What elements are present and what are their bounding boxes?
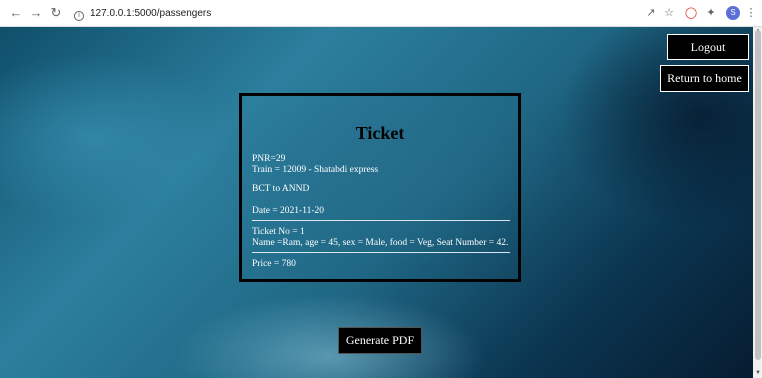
ticket-number-text: Ticket No = 1	[252, 227, 305, 237]
divider	[252, 220, 510, 221]
share-icon[interactable]: ↗	[644, 6, 658, 20]
return-home-button[interactable]: Return to home	[660, 65, 749, 92]
date-text: Date = 2021-11-20	[252, 206, 325, 216]
address-bar[interactable]: i 127.0.0.1:5000/passengers	[68, 3, 478, 24]
site-info-icon[interactable]: i	[74, 11, 84, 21]
logout-button[interactable]: Logout	[667, 34, 749, 60]
ticket-title: Ticket	[355, 123, 405, 143]
back-arrow-icon[interactable]: ←	[8, 5, 24, 21]
passenger-details-text: Name =Ram, age = 45, sex = Male, food = …	[252, 238, 509, 248]
url-text: 127.0.0.1:5000/passengers	[90, 8, 212, 19]
generate-pdf-button[interactable]: Generate PDF	[338, 327, 422, 354]
divider	[252, 252, 510, 253]
reload-icon[interactable]: ↻	[48, 5, 64, 21]
route-text: BCT to ANND	[252, 184, 310, 194]
page-background: Logout Return to home Ticket PNR=29 Trai…	[0, 27, 753, 378]
browser-toolbar: ← → ↻ i 127.0.0.1:5000/passengers ↗ ☆ ◯ ✦…	[0, 0, 762, 27]
pnr-text: PNR=29	[252, 154, 286, 164]
bookmark-star-icon[interactable]: ☆	[662, 6, 676, 20]
scroll-down-icon[interactable]: ▼	[754, 370, 762, 376]
train-text: Train = 12009 - Shatabdi express	[252, 165, 379, 175]
price-text: Price = 780	[252, 259, 296, 269]
extension-pocket-icon[interactable]: ◯	[684, 6, 698, 20]
extensions-puzzle-icon[interactable]: ✦	[704, 6, 718, 20]
ticket-card: Ticket PNR=29 Train = 12009 - Shatabdi e…	[239, 93, 521, 282]
browser-menu-icon[interactable]: ⋮	[744, 6, 758, 20]
profile-avatar[interactable]: S	[726, 6, 740, 20]
forward-arrow-icon[interactable]: →	[28, 5, 44, 21]
scrollbar-thumb[interactable]	[755, 30, 761, 360]
